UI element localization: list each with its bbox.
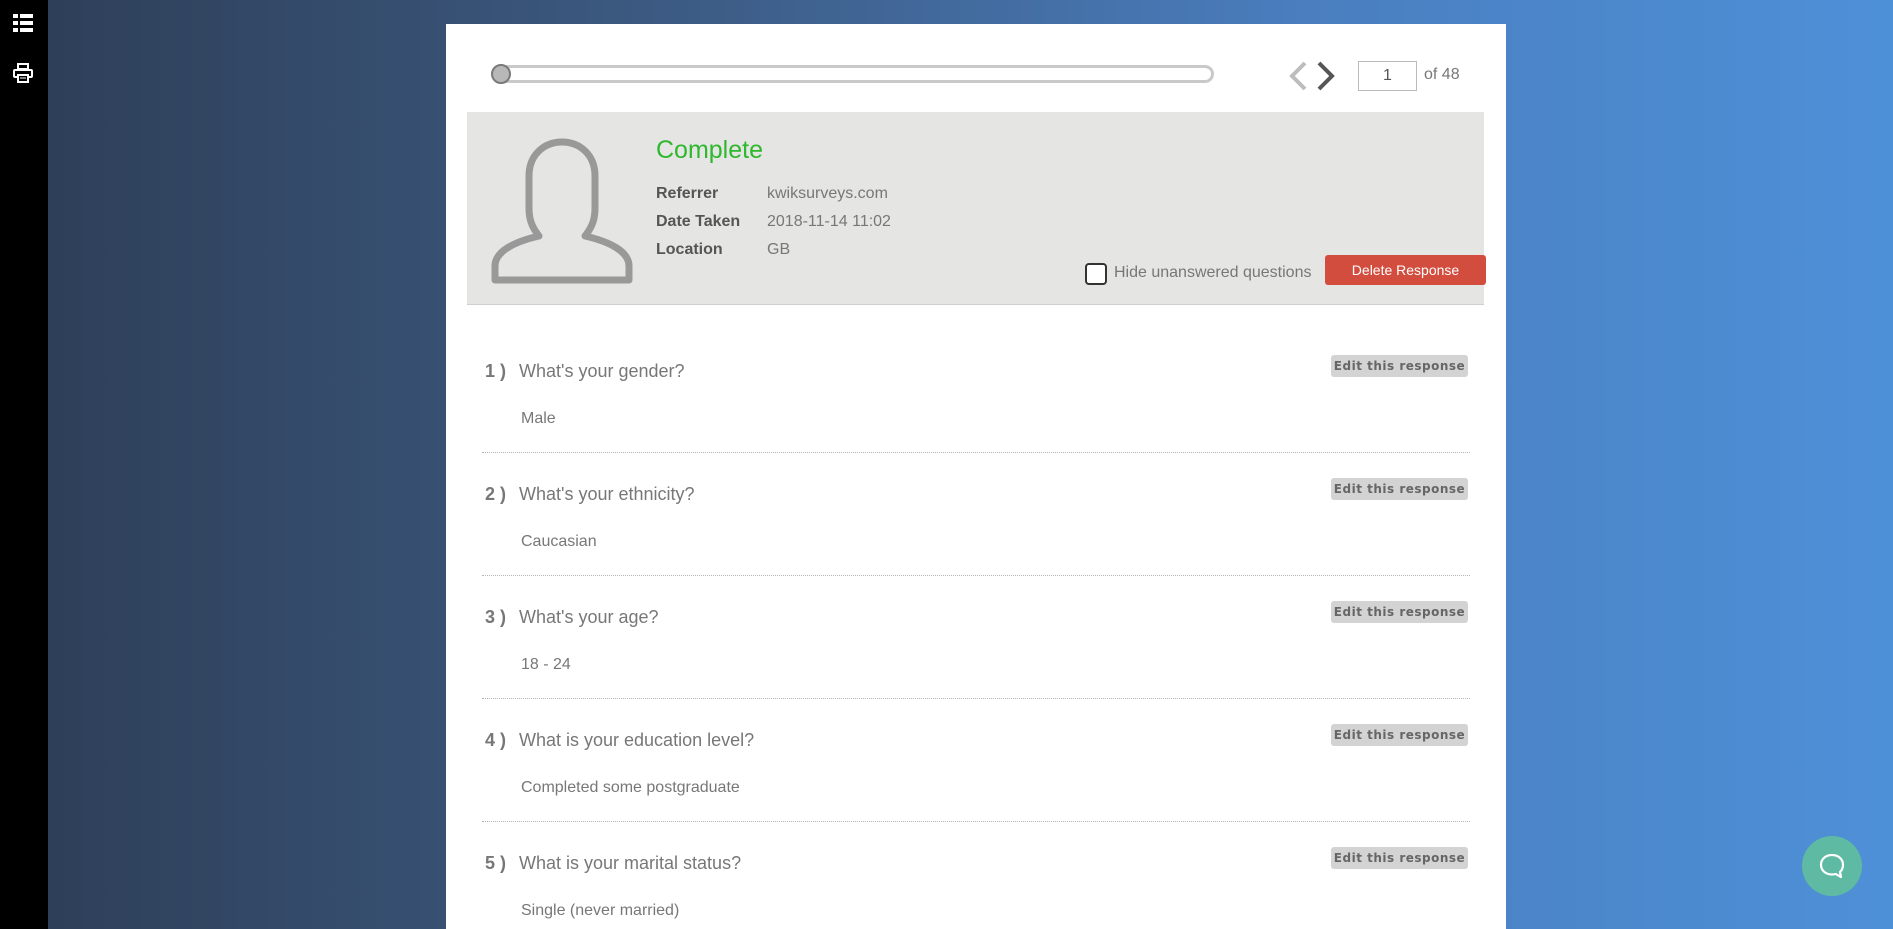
next-response-button[interactable] (1312, 58, 1340, 94)
question-answer: Male (521, 410, 556, 427)
response-header: Complete Referrer kwiksurveys.com Date T… (467, 112, 1486, 305)
edit-response-button[interactable]: Edit this response (1331, 724, 1468, 746)
page-number-input[interactable] (1358, 61, 1417, 91)
question-item: 2 ) What's your ethnicity? Caucasian Edi… (482, 453, 1470, 576)
page-total-label: of 48 (1424, 66, 1460, 83)
question-answer: Caucasian (521, 533, 597, 550)
question-answer: 18 - 24 (521, 656, 571, 673)
response-slider-track[interactable] (492, 65, 1214, 83)
question-answer: Single (never married) (521, 902, 680, 919)
question-number: 1 ) (485, 361, 507, 381)
question-item: 4 ) What is your education level? Comple… (482, 699, 1470, 822)
meta-label: Date Taken (656, 213, 741, 230)
chat-bubble-icon (1819, 853, 1845, 879)
response-panel: of 48 Complete Referrer kwiksurveys.com … (446, 24, 1506, 929)
avatar (491, 138, 633, 284)
edit-response-button[interactable]: Edit this response (1331, 601, 1468, 623)
meta-referrer: Referrer kwiksurveys.com (656, 185, 888, 203)
meta-date-taken: Date Taken 2018-11-14 11:02 (656, 213, 891, 231)
list-icon[interactable] (12, 12, 34, 34)
user-silhouette-icon (491, 138, 633, 284)
question-item: 1 ) What's your gender? Male Edit this r… (482, 330, 1470, 453)
meta-location: Location GB (656, 241, 790, 259)
question-number: 3 ) (485, 607, 507, 627)
question-answer: Completed some postgraduate (521, 779, 740, 796)
question-text: What is your education level? (519, 730, 755, 750)
question-number: 2 ) (485, 484, 507, 504)
question-text: What's your age? (519, 607, 659, 627)
delete-response-button[interactable]: Delete Response (1325, 255, 1486, 285)
question-item: 3 ) What's your age? 18 - 24 Edit this r… (482, 576, 1470, 699)
edit-response-button[interactable]: Edit this response (1331, 355, 1468, 377)
hide-unanswered-checkbox[interactable] (1085, 263, 1107, 285)
meta-label: Location (656, 241, 723, 258)
meta-value: 2018-11-14 11:02 (767, 213, 891, 230)
question-number: 5 ) (485, 853, 507, 873)
response-slider-thumb[interactable] (491, 64, 511, 84)
response-status: Complete (656, 136, 763, 164)
question-text: What's your ethnicity? (519, 484, 695, 504)
chevron-left-icon (1289, 61, 1307, 91)
hide-unanswered-label[interactable]: Hide unanswered questions (1114, 264, 1311, 282)
pager: of 48 (446, 24, 1506, 112)
sidebar (0, 0, 48, 929)
question-number: 4 ) (485, 730, 507, 750)
chat-button[interactable] (1802, 836, 1862, 896)
question-item: 5 ) What is your marital status? Single … (482, 822, 1470, 929)
previous-response-button[interactable] (1284, 58, 1312, 94)
chevron-right-icon (1317, 61, 1335, 91)
meta-label: Referrer (656, 185, 719, 202)
edit-response-button[interactable]: Edit this response (1331, 847, 1468, 869)
meta-value: kwiksurveys.com (767, 185, 888, 202)
question-text: What is your marital status? (519, 853, 742, 873)
meta-value: GB (767, 241, 791, 258)
print-icon[interactable] (12, 62, 34, 84)
question-text: What's your gender? (519, 361, 685, 381)
edit-response-button[interactable]: Edit this response (1331, 478, 1468, 500)
